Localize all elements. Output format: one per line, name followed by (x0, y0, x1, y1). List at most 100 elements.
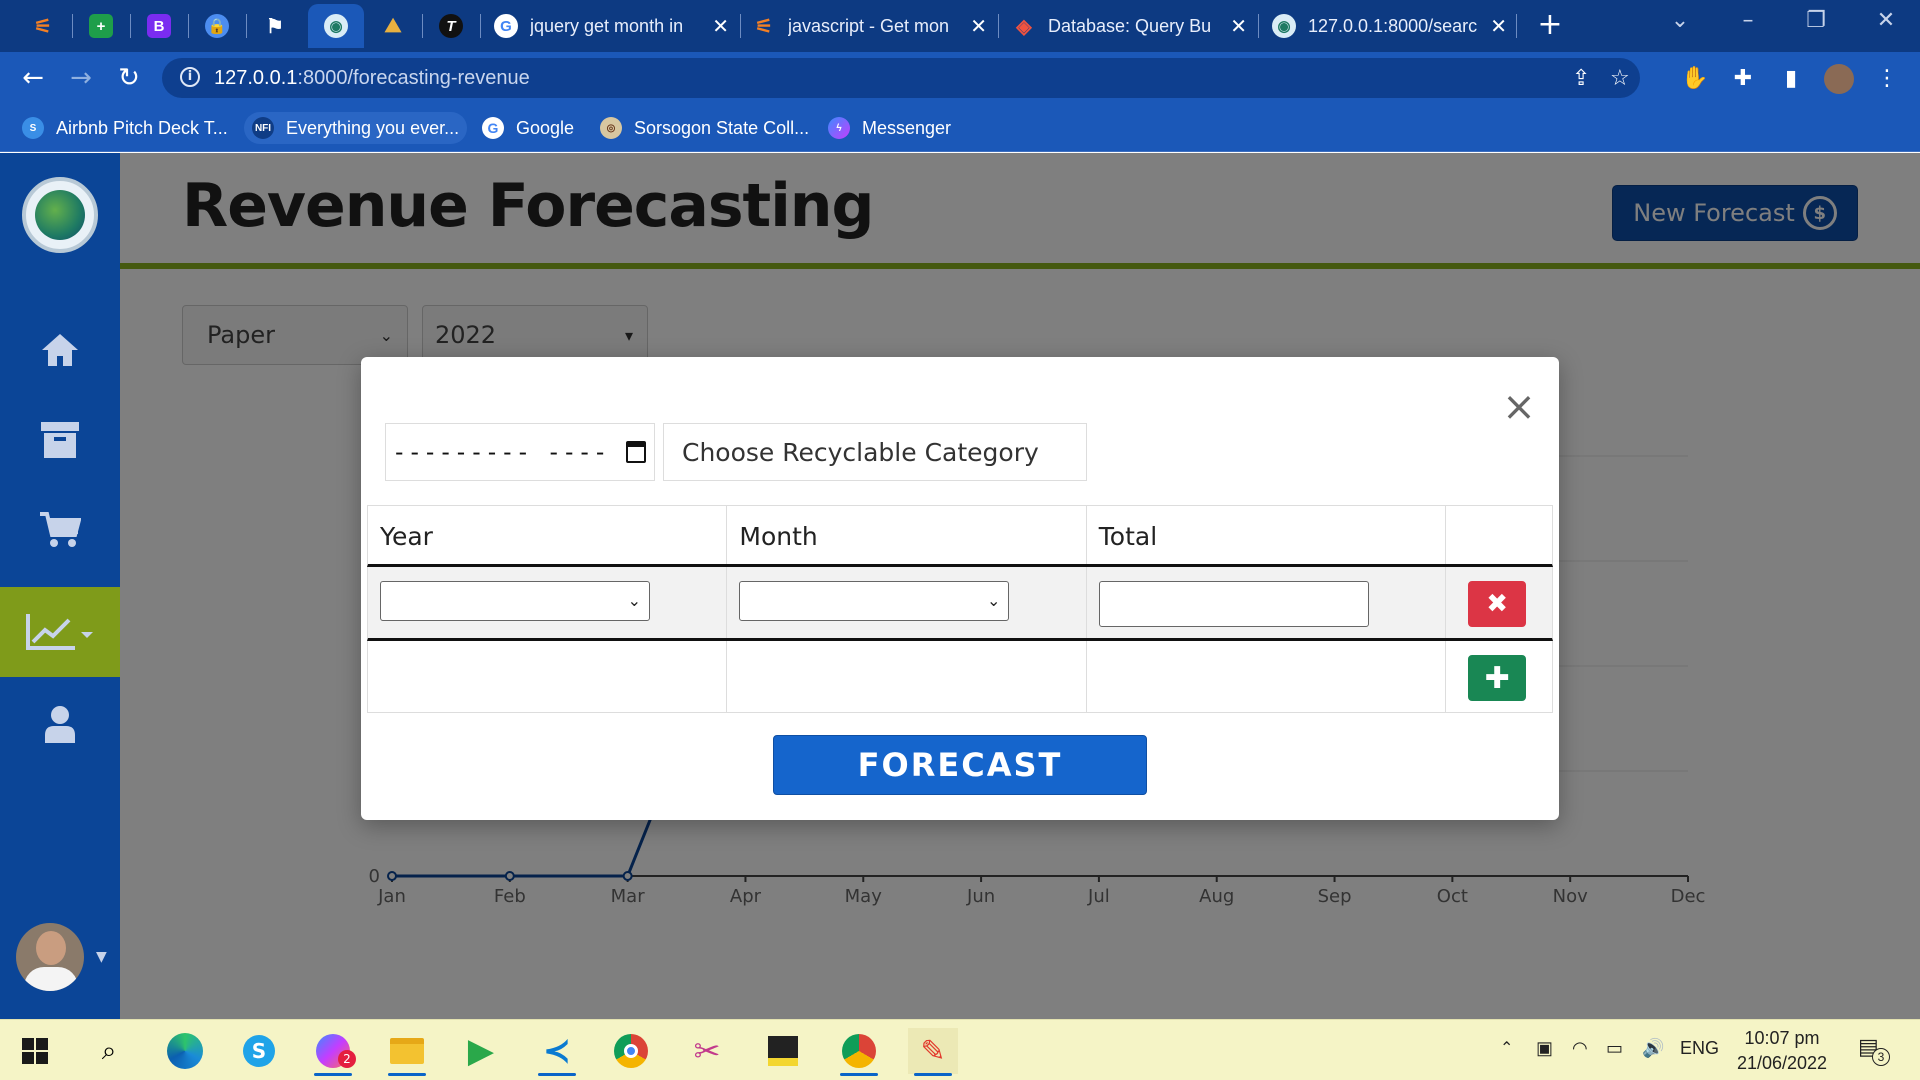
close-icon[interactable]: × (1499, 387, 1539, 427)
tab-google-search[interactable]: G jquery get month in ✕ (494, 4, 732, 48)
lock-icon: 🔒 (205, 14, 229, 38)
bookmark-everything[interactable]: NFI Everything you ever... (244, 112, 468, 144)
tab-title: 127.0.0.1:8000/searc (1308, 15, 1478, 36)
pinned-tab-sheets[interactable]: + (76, 4, 126, 48)
table-row: ⌄ ⌄ ✖ (367, 567, 1553, 641)
close-icon[interactable]: ✕ (709, 14, 732, 39)
share-icon[interactable]: ⇪ (1572, 66, 1590, 91)
language-indicator[interactable]: ENG (1680, 1038, 1719, 1059)
volume-icon[interactable]: 🔊 (1642, 1038, 1664, 1059)
notification-badge: 2 (338, 1050, 356, 1068)
add-row-button[interactable]: ✚ (1468, 655, 1527, 701)
tab-separator (422, 14, 423, 38)
sidebar-item-home[interactable] (0, 305, 120, 395)
adblock-icon[interactable]: ✋ (1680, 64, 1710, 94)
tab-search-chevron-icon[interactable]: ⌄ (1660, 8, 1700, 33)
empty-cell (727, 641, 1087, 712)
bookmark-airbnb[interactable]: S Airbnb Pitch Deck T... (14, 112, 236, 144)
bookmark-label: Everything you ever... (286, 117, 460, 138)
edge-logo (167, 1033, 203, 1069)
calendar-icon[interactable] (626, 441, 646, 463)
close-icon[interactable]: ✕ (1227, 14, 1250, 39)
pinned-tab-mountain[interactable]: ⛰ (368, 4, 418, 48)
tab-stackoverflow[interactable]: ⚟ javascript - Get mon ✕ (752, 4, 990, 48)
pinned-tab-flag[interactable]: ⚑ (250, 4, 300, 48)
month-dropdown[interactable]: ⌄ (739, 581, 1010, 621)
vscode-icon[interactable]: ≺ (532, 1028, 582, 1076)
address-bar[interactable]: i 127.0.0.1:8000/forecasting-revenue ⇪ ☆ (162, 58, 1640, 98)
star-icon[interactable]: ☆ (1610, 66, 1630, 91)
extensions-puzzle-icon[interactable]: ✚ (1728, 64, 1758, 94)
sidebar-item-archive[interactable] (0, 395, 120, 485)
tab-local-search[interactable]: ◉ 127.0.0.1:8000/searc ✕ (1272, 4, 1510, 48)
sidebar-item-user[interactable] (0, 679, 120, 769)
bookmark-label: Airbnb Pitch Deck T... (56, 117, 228, 138)
forecast-button[interactable]: FORECAST (773, 735, 1147, 795)
app-logo-icon: ◉ (1272, 14, 1296, 38)
chrome-icon[interactable] (606, 1028, 656, 1074)
caret-down-icon[interactable]: ▼ (96, 949, 107, 965)
restore-button[interactable]: ❐ (1796, 8, 1836, 33)
sidebar-item-forecasting[interactable] (0, 587, 120, 677)
logo-emblem (35, 190, 85, 240)
forward-arrow-icon[interactable]: → (66, 64, 96, 94)
back-arrow-icon[interactable]: ← (18, 64, 48, 94)
skype-icon[interactable]: S (234, 1028, 284, 1074)
bookmark-messenger[interactable]: ϟ Messenger (820, 112, 959, 144)
close-window-button[interactable]: ✕ (1866, 8, 1906, 33)
stackoverflow-icon: ⚟ (755, 15, 773, 38)
close-icon[interactable]: ✕ (1487, 14, 1510, 39)
side-panel-icon[interactable]: ▮ (1776, 64, 1806, 94)
bookmark-google[interactable]: G Google (474, 112, 582, 144)
pinned-tab-stackoverflow[interactable]: ⚟ (18, 4, 68, 48)
month-date-input[interactable]: --------- ---- (385, 423, 655, 481)
laravel-icon: ◈ (1016, 15, 1032, 38)
snipping-tool-icon[interactable]: ✂ (682, 1028, 732, 1074)
more-menu-icon[interactable]: ⋮ (1872, 64, 1902, 94)
slides-icon: S (22, 117, 44, 139)
pinned-tab-t[interactable]: T (426, 4, 476, 48)
chrome-profile-icon[interactable] (834, 1028, 884, 1076)
meet-now-icon[interactable]: ▣ (1536, 1038, 1553, 1059)
close-icon[interactable]: ✕ (967, 14, 990, 39)
app-logo[interactable] (22, 177, 98, 253)
messenger-app-icon[interactable]: 2 (308, 1028, 358, 1076)
file-explorer-icon[interactable] (382, 1028, 432, 1076)
show-hidden-icons-icon[interactable]: ⌃ (1500, 1038, 1513, 1058)
chrome-logo (614, 1034, 648, 1068)
pinned-tab-lock[interactable]: 🔒 (192, 4, 242, 48)
total-input[interactable] (1098, 581, 1369, 627)
profile-avatar-icon[interactable] (1824, 64, 1854, 94)
plus-square-icon: + (89, 14, 113, 38)
delete-row-button[interactable]: ✖ (1468, 581, 1527, 627)
bookmark-label: Google (516, 117, 575, 138)
tab-separator (998, 14, 999, 38)
bookmarks-bar: S Airbnb Pitch Deck T... NFI Everything yo… (0, 104, 1920, 152)
info-icon[interactable]: i (180, 67, 200, 87)
user-avatar[interactable] (16, 923, 84, 991)
play-store-icon[interactable]: ▶ (456, 1028, 506, 1074)
sidebar-item-cart[interactable] (0, 485, 120, 575)
tab-laravel-docs[interactable]: ◈ Database: Query Bu ✕ (1012, 4, 1250, 48)
pinned-tab-app-active[interactable]: ◉ (308, 4, 364, 48)
start-button[interactable] (10, 1028, 60, 1074)
bookmark-label: Sorsogon State Coll... (634, 117, 810, 138)
wifi-icon[interactable]: ◠ (1572, 1038, 1588, 1059)
new-tab-button[interactable]: + (1532, 10, 1568, 40)
reload-icon[interactable]: ↻ (114, 64, 144, 94)
paint-app-icon[interactable]: ✎ (908, 1028, 958, 1076)
user-icon (45, 706, 75, 743)
notification-center-icon[interactable]: ▤ 3 (1858, 1034, 1890, 1066)
bookmark-sorsogon[interactable]: ◎ Sorsogon State Coll... (592, 112, 817, 144)
sticky-notes-icon[interactable] (758, 1028, 808, 1074)
minimize-button[interactable]: – (1728, 8, 1768, 33)
tab-separator (480, 14, 481, 38)
year-dropdown[interactable]: ⌄ (380, 581, 650, 621)
recyclable-category-select[interactable]: Choose Recyclable Category (663, 423, 1087, 481)
battery-icon[interactable]: ▭ (1606, 1038, 1623, 1059)
avatar-face (36, 931, 66, 965)
pinned-tab-bootstrap[interactable]: B (134, 4, 184, 48)
search-icon[interactable]: ⌕ (84, 1028, 134, 1074)
edge-icon[interactable] (160, 1028, 210, 1074)
clock[interactable]: 10:07 pm 21/06/2022 (1722, 1026, 1842, 1076)
